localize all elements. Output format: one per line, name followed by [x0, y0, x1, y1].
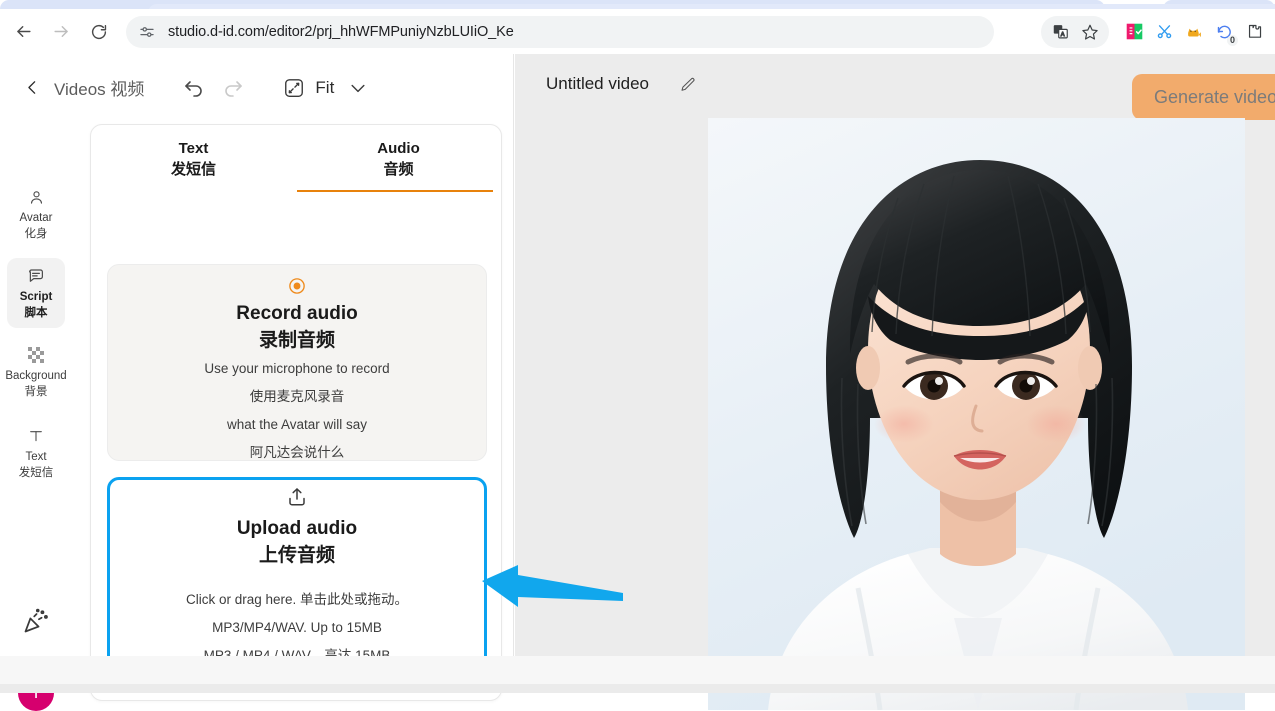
record-audio-line-4: 阿凡达会说什么 [249, 445, 345, 460]
chevron-down-icon[interactable] [348, 78, 368, 98]
star-icon[interactable] [1075, 17, 1105, 47]
page-bottom-strip [0, 656, 1275, 693]
text-t-icon [26, 426, 46, 446]
editor-header: Videos 视频 Fit [0, 54, 514, 121]
upload-audio-dropzone[interactable]: Upload audio 上传音频 Click or drag here. 单击… [107, 477, 487, 683]
back-chevron-icon[interactable] [22, 77, 42, 99]
editor-left-panel: Videos 视频 Fit Avatar 化身 Script 脚本 Backgr… [0, 54, 514, 711]
record-audio-line-2: 使用麦克风录音 [249, 389, 345, 404]
tab-audio[interactable]: Audio 音频 [296, 125, 501, 192]
upload-audio-title-zh: 上传音频 [258, 545, 335, 566]
fit-label: Fit [315, 77, 335, 97]
script-panel-card: Text 发短信 Audio 音频 Record audio 录制音频 Use … [90, 124, 502, 701]
record-audio-line-1: Use your microphone to record [204, 361, 390, 376]
party-popper-icon[interactable] [22, 607, 50, 635]
page-bottom-edge [0, 684, 1275, 693]
generate-video-button[interactable]: Generate video [1132, 74, 1275, 120]
script-tabs: Text 发短信 Audio 音频 [91, 125, 501, 192]
sidebar-item-label-en: Background [5, 370, 67, 382]
upload-audio-line-2: MP3/MP4/WAV. Up to 15MB [212, 620, 382, 635]
svg-text:A: A [1060, 32, 1064, 38]
sidebar-item-avatar[interactable]: Avatar 化身 [7, 179, 65, 249]
sidebar-item-label-zh: 脚本 [24, 307, 48, 319]
site-settings-icon[interactable] [138, 23, 156, 41]
browser-toolbar-actions: 文 A [1041, 9, 1275, 54]
fit-screen-icon [283, 77, 305, 99]
sidebar-item-text[interactable]: Text 发短信 [7, 418, 65, 488]
sidebar-item-label-zh: 背景 [24, 386, 48, 398]
forward-arrow-icon[interactable] [44, 15, 78, 49]
application-body: Videos 视频 Fit Avatar 化身 Script 脚本 Backgr… [0, 54, 1275, 711]
upload-audio-line-1: Click or drag here. 单击此处或拖动。 [185, 592, 409, 607]
puzzle-extensions-icon[interactable] [1239, 17, 1269, 47]
undo-icon[interactable] [182, 76, 206, 100]
record-audio-line-3: what the Avatar will say [226, 417, 368, 432]
sidebar-item-label-en: Script [19, 291, 53, 303]
tab-label-zh: 发短信 [170, 161, 216, 178]
checkerboard-icon [26, 345, 46, 365]
sidebar-item-label-zh: 化身 [24, 228, 48, 240]
avatar-canvas[interactable] [708, 118, 1245, 710]
reload-icon[interactable] [82, 15, 116, 49]
browser-tab-strip [0, 0, 1275, 13]
record-dot-icon [288, 277, 306, 295]
sidebar-item-label-en: Avatar [19, 212, 53, 224]
cat-extension-icon[interactable] [1179, 17, 1209, 47]
sidebar-item-label-en: Text [25, 451, 47, 463]
videos-breadcrumb-title[interactable]: Videos 视频 [54, 75, 144, 100]
back-arrow-icon[interactable] [6, 15, 40, 49]
scissors-extension-icon[interactable] [1149, 17, 1179, 47]
record-audio-title-en: Record audio [236, 303, 358, 324]
sidebar-item-background[interactable]: Background 背景 [5, 337, 67, 407]
stage-topbar: Untitled video Generate video [515, 54, 1275, 120]
speech-bubble-icon [26, 266, 46, 286]
fit-zoom-control[interactable]: Fit [283, 77, 368, 99]
redo-icon[interactable] [221, 76, 245, 100]
video-stage: Untitled video Generate video [515, 54, 1275, 710]
video-title[interactable]: Untitled video [546, 74, 649, 94]
browser-toolbar: studio.d-id.com/editor2/prj_hhWFMPuniyNz… [0, 9, 1275, 54]
record-audio-card[interactable]: Record audio 录制音频 Use your microphone to… [107, 264, 487, 461]
history-extension-icon[interactable]: 0 [1209, 17, 1239, 47]
tab-text[interactable]: Text 发短信 [91, 125, 296, 192]
translate-icon[interactable]: 文 A [1045, 17, 1075, 47]
address-bar-url: studio.d-id.com/editor2/prj_hhWFMPuniyNz… [168, 23, 514, 40]
person-icon [26, 187, 46, 207]
upload-tray-icon [285, 486, 309, 510]
active-tab-indicator [297, 189, 493, 192]
sidebar-item-label-zh: 发短信 [18, 467, 54, 479]
qr-extension-icon[interactable] [1119, 17, 1149, 47]
sidebar-item-script[interactable]: Script 脚本 [7, 258, 65, 328]
tool-rail: Avatar 化身 Script 脚本 Background 背景 Text 发… [0, 121, 72, 711]
pencil-icon[interactable] [679, 76, 697, 94]
tab-label-zh: 音频 [383, 161, 414, 178]
upload-audio-title-en: Upload audio [236, 518, 358, 539]
avatar-portrait [708, 118, 1245, 710]
record-audio-title-zh: 录制音频 [258, 330, 335, 351]
tab-label-en: Text [178, 140, 209, 157]
tab-label-en: Audio [377, 140, 420, 157]
omnibox-actions-group: 文 A [1041, 15, 1109, 48]
address-bar[interactable]: studio.d-id.com/editor2/prj_hhWFMPuniyNz… [126, 15, 994, 48]
extension-badge-count: 0 [1226, 34, 1238, 46]
